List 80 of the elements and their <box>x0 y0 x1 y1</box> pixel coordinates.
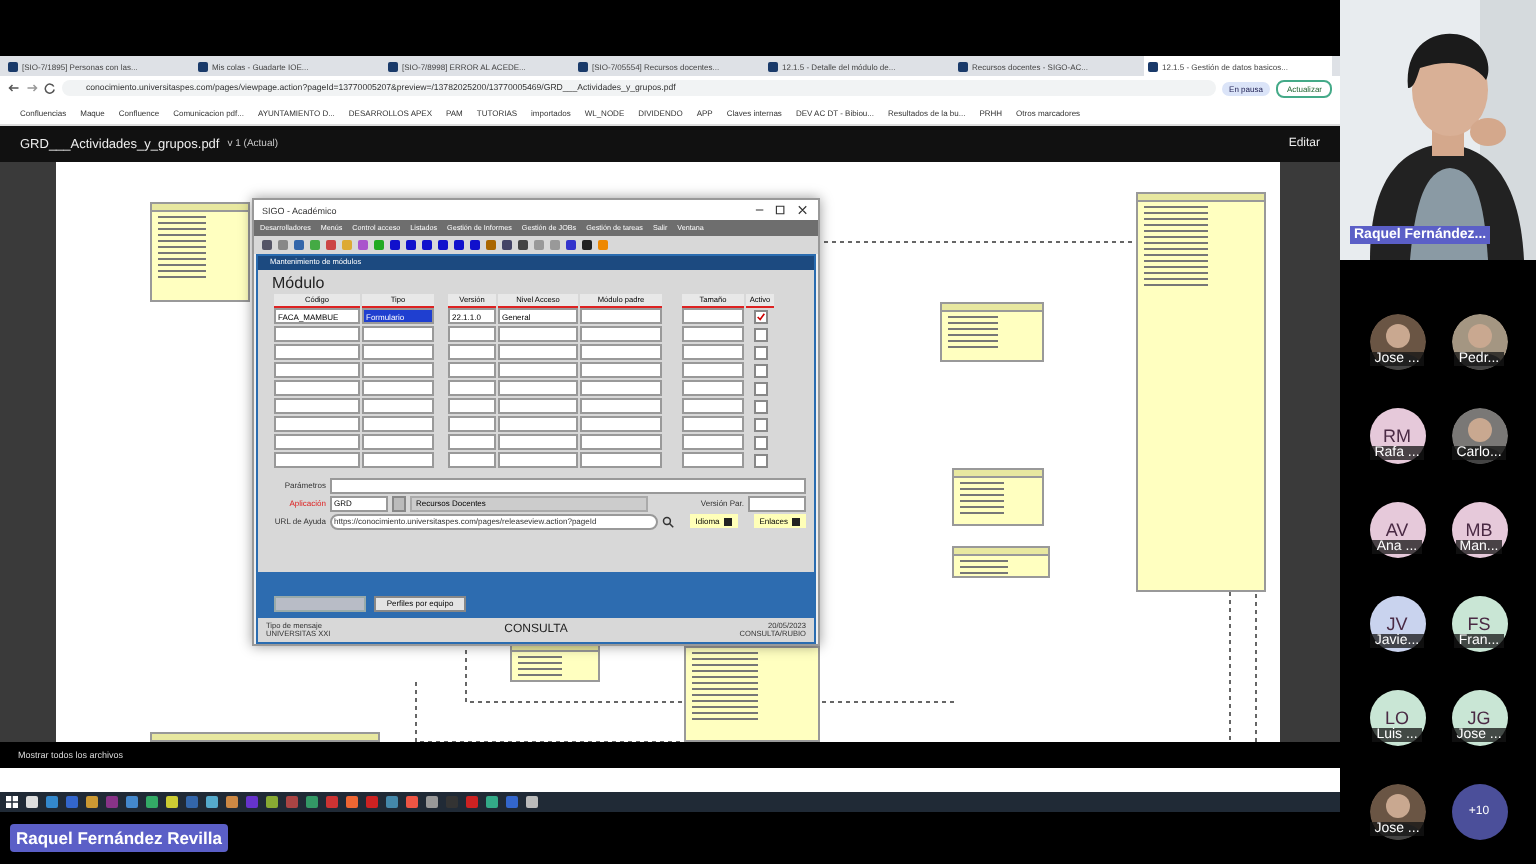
table-cell[interactable] <box>498 326 578 342</box>
checkbox[interactable] <box>753 436 767 450</box>
table-cell[interactable] <box>682 434 744 450</box>
checkbox[interactable] <box>753 382 767 396</box>
table-cell[interactable] <box>362 344 434 360</box>
table-cell[interactable] <box>580 326 662 342</box>
reload-icon[interactable] <box>44 82 56 94</box>
table-cell[interactable] <box>682 326 744 342</box>
table-cell[interactable] <box>448 416 496 432</box>
table-cell[interactable] <box>580 362 662 378</box>
windows-icon[interactable] <box>6 796 18 808</box>
table-cell[interactable] <box>498 452 578 468</box>
table-cell[interactable] <box>274 416 360 432</box>
table-diagram-drawing <box>952 546 1050 578</box>
tab-icon <box>198 61 208 71</box>
table-cell[interactable] <box>274 344 360 360</box>
tab-icon <box>1148 61 1158 71</box>
table-cell[interactable] <box>362 362 434 378</box>
checkbox[interactable] <box>753 346 767 360</box>
table-cell[interactable] <box>362 416 434 432</box>
table-cell[interactable] <box>448 398 496 414</box>
table-cell[interactable] <box>362 434 434 450</box>
table-cell[interactable] <box>682 452 744 468</box>
window-controls-icon[interactable] <box>754 204 810 216</box>
input-field[interactable] <box>330 477 806 493</box>
table-cell[interactable] <box>448 380 496 396</box>
form-heading: Módulo <box>270 272 327 294</box>
table-cell[interactable] <box>580 416 662 432</box>
table-cell[interactable] <box>362 326 434 342</box>
table-cell[interactable] <box>580 434 662 450</box>
checkbox[interactable] <box>753 400 767 414</box>
table-cell[interactable] <box>274 362 360 378</box>
table-cell[interactable] <box>498 398 578 414</box>
table-cell[interactable] <box>448 344 496 360</box>
table-cell[interactable] <box>448 362 496 378</box>
table-cell[interactable] <box>362 380 434 396</box>
table-cell[interactable] <box>682 398 744 414</box>
table-cell[interactable] <box>682 308 744 324</box>
checkbox[interactable] <box>753 328 767 342</box>
table-cell[interactable] <box>448 452 496 468</box>
table-diagram-drawing <box>952 468 1044 526</box>
list-icon[interactable] <box>392 495 406 511</box>
table-cell[interactable] <box>682 362 744 378</box>
table-cell[interactable] <box>498 344 578 360</box>
table-cell[interactable] <box>274 326 360 342</box>
tab-icon <box>388 61 398 71</box>
table-cell[interactable] <box>448 434 496 450</box>
checkbox[interactable] <box>753 454 767 468</box>
table-cell[interactable] <box>498 380 578 396</box>
tab-icon <box>8 61 18 71</box>
table-cell[interactable] <box>274 434 360 450</box>
table-cell[interactable] <box>580 452 662 468</box>
search-icon[interactable] <box>661 515 674 527</box>
table-cell[interactable] <box>580 344 662 360</box>
tab-icon <box>768 61 778 71</box>
table-cell[interactable] <box>580 308 662 324</box>
input-field[interactable] <box>748 495 806 511</box>
checkbox[interactable] <box>753 418 767 432</box>
table-cell[interactable] <box>682 380 744 396</box>
table-cell[interactable] <box>498 434 578 450</box>
tab-icon <box>578 61 588 71</box>
back-icon[interactable] <box>8 82 20 94</box>
table-cell[interactable] <box>274 398 360 414</box>
tab-icon <box>958 61 968 71</box>
table-cell[interactable] <box>580 398 662 414</box>
table-cell[interactable] <box>274 452 360 468</box>
checkbox[interactable] <box>753 310 767 324</box>
table-cell[interactable] <box>448 326 496 342</box>
table-cell[interactable] <box>498 362 578 378</box>
table-diagram-drawing <box>940 302 1044 362</box>
table-cell[interactable] <box>580 380 662 396</box>
forward-icon[interactable] <box>26 82 38 94</box>
table-cell[interactable] <box>682 344 744 360</box>
checkbox[interactable] <box>753 364 767 378</box>
presenter-name: Raquel Fernández Revilla <box>10 824 228 852</box>
table-cell[interactable] <box>498 416 578 432</box>
table-cell[interactable] <box>682 416 744 432</box>
table-cell[interactable] <box>362 398 434 414</box>
table-cell[interactable] <box>274 380 360 396</box>
table-cell[interactable] <box>362 452 434 468</box>
